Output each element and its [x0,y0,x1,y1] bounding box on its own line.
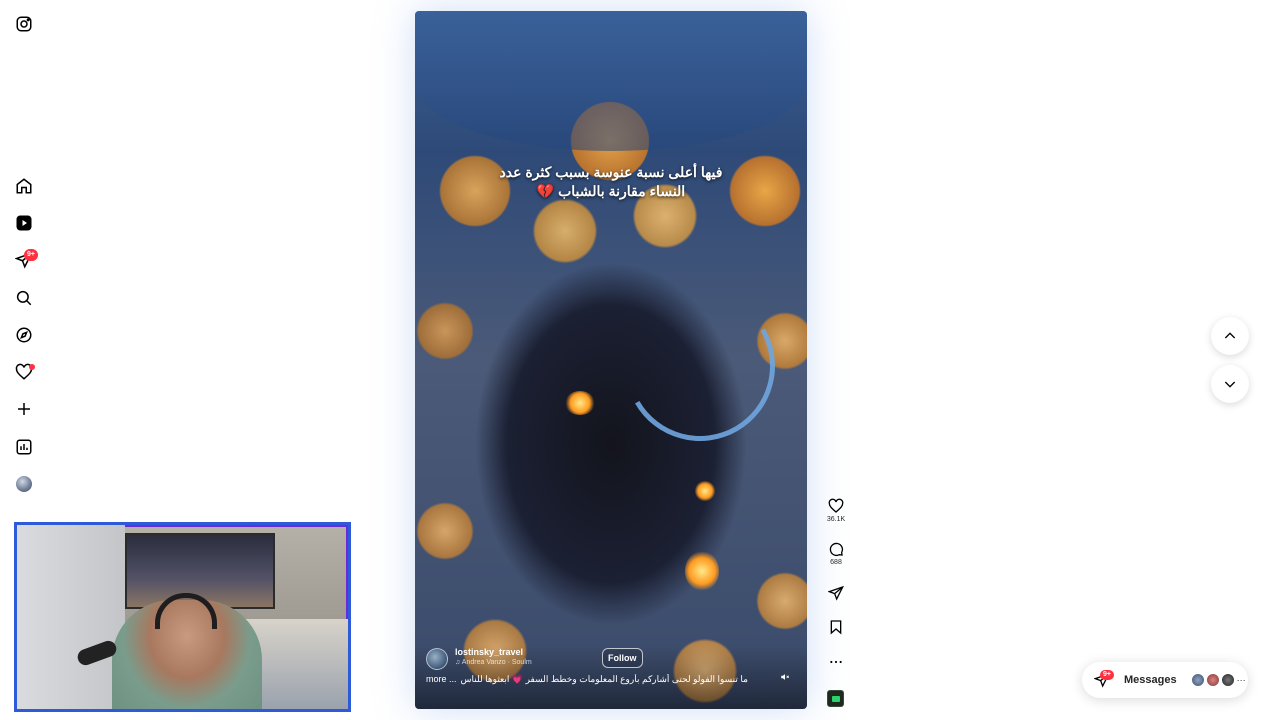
reel-username[interactable]: lostinsky_travel [455,647,523,657]
next-reel-button[interactable] [1211,365,1249,403]
avatar [1190,673,1205,687]
comment-count: 688 [830,559,842,566]
webcam-wall [17,525,125,709]
chevron-up-icon [1224,332,1236,339]
messages-avatars: ··· [1190,673,1246,687]
oven-rim [415,11,807,151]
messages-bar-badge: 9+ [1100,670,1114,680]
home-icon[interactable] [14,176,34,196]
fire-glow [685,551,719,591]
more-avatars-icon: ··· [1236,675,1246,685]
explore-icon[interactable] [14,325,34,345]
previous-reel-button[interactable] [1211,317,1249,355]
messages-bar[interactable]: Messages ··· [1082,662,1248,698]
share-button[interactable] [822,585,850,601]
avatar [1220,673,1235,687]
share-icon [828,585,844,601]
create-icon[interactable] [14,399,34,419]
heart-icon [828,498,844,513]
follow-button[interactable]: Follow [602,648,643,668]
audio-thumbnail[interactable] [827,690,844,707]
bookmark-icon [830,620,842,635]
reels-icon[interactable] [14,213,34,233]
comment-action[interactable]: 688 [822,541,850,566]
messages-label: Messages [1124,674,1177,686]
comment-icon [829,542,844,557]
save-button[interactable] [822,619,850,635]
webcam-overlay [14,522,351,712]
like-action[interactable]: 36.1K [822,498,850,523]
messages-badge: 9+ [24,249,38,261]
chevron-down-icon [1224,381,1236,388]
more-options-button[interactable] [822,654,850,670]
reel-audio[interactable]: ♫ Andrea Vanzo · Soulm [455,659,532,666]
speaker-muted-icon[interactable] [780,672,790,684]
fire-glow [695,481,715,501]
instagram-logo-icon[interactable] [14,14,34,34]
avatar [1205,673,1220,687]
ellipsis-icon [830,660,842,664]
fire-glow [565,391,595,415]
search-icon[interactable] [14,288,34,308]
notification-dot [29,364,35,370]
profile-avatar[interactable] [16,476,32,492]
metal-hook [608,274,792,458]
dashboard-icon[interactable] [14,437,34,457]
more-link[interactable]: more ... [426,674,457,685]
reel-video[interactable]: فيها أعلى نسبة عنوسة بسبب كثرة عدد النسا… [415,11,807,709]
reel-author-avatar[interactable] [426,648,448,670]
reel-overlay-text: فيها أعلى نسبة عنوسة بسبب كثرة عدد النسا… [499,164,723,199]
like-count: 36.1K [826,516,846,523]
